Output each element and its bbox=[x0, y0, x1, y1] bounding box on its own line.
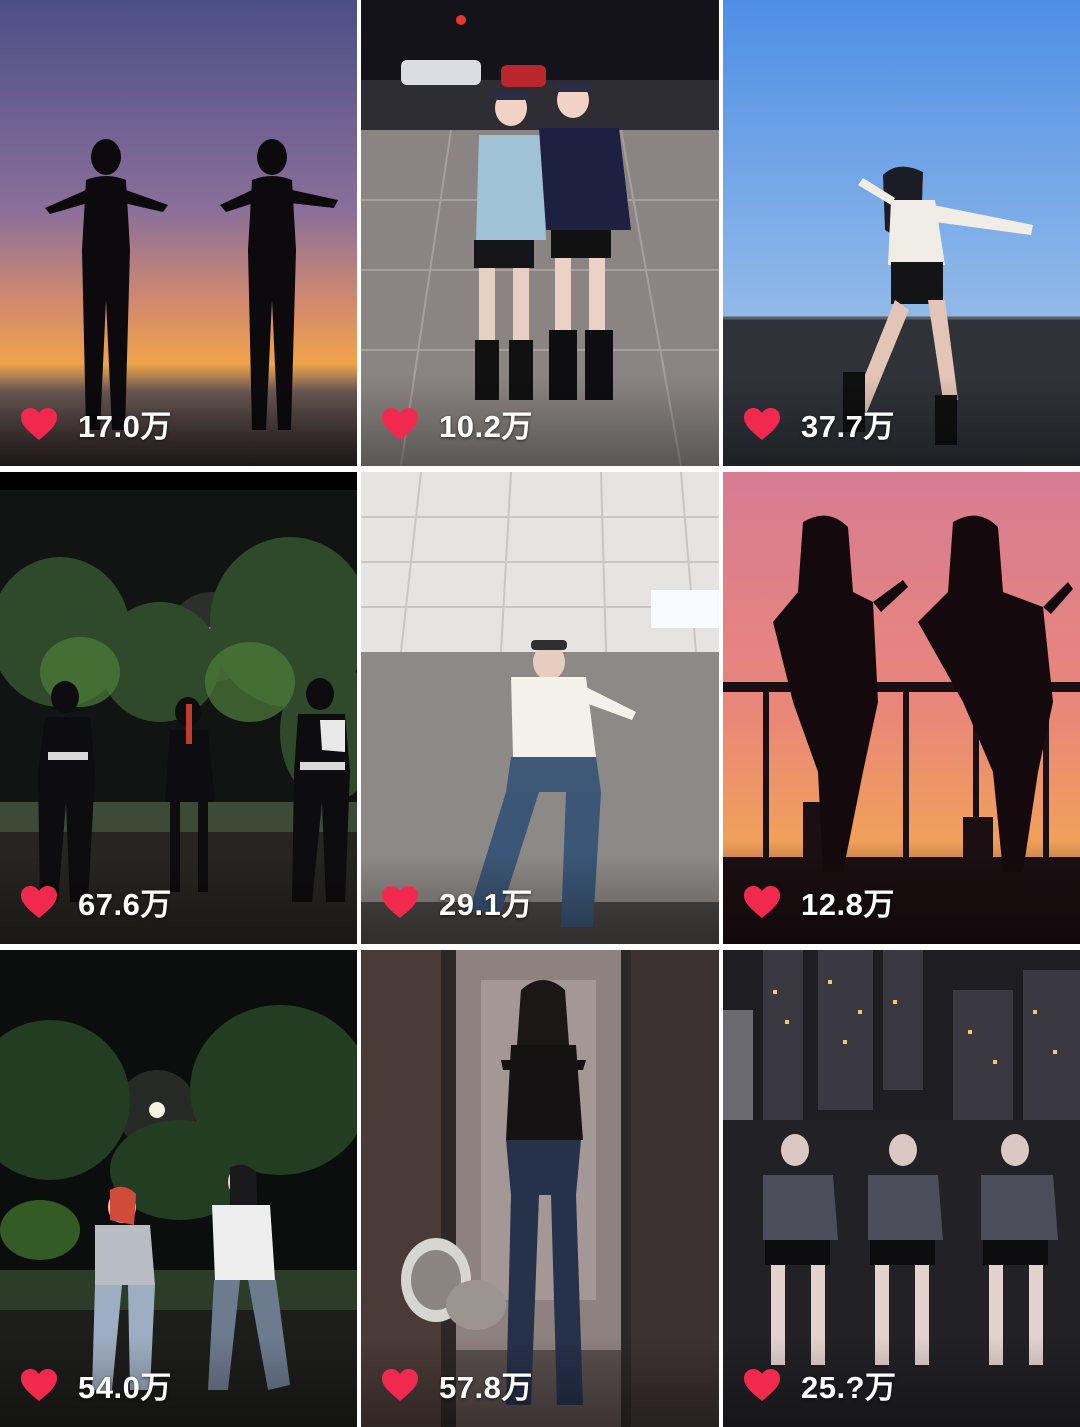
like-count-text: 17.0万 bbox=[78, 409, 172, 444]
video-tile[interactable]: 37.7万 bbox=[723, 0, 1080, 466]
like-count: 10.2万 bbox=[381, 401, 533, 446]
heart-icon bbox=[744, 1368, 780, 1401]
like-count-text: 10.2万 bbox=[439, 409, 533, 444]
video-tile[interactable]: 54.0万 bbox=[0, 950, 357, 1427]
like-count-text: 57.8万 bbox=[439, 1370, 533, 1405]
heart-icon bbox=[382, 885, 418, 918]
like-count: 25.?万 bbox=[743, 1362, 897, 1407]
heart-icon bbox=[744, 885, 780, 918]
heart-icon bbox=[744, 407, 780, 440]
like-count: 37.7万 bbox=[743, 401, 895, 446]
like-count: 29.1万 bbox=[381, 879, 533, 924]
video-tile[interactable]: 17.0万 bbox=[0, 0, 357, 466]
like-count-text: 25.?万 bbox=[801, 1370, 897, 1405]
heart-icon bbox=[21, 407, 57, 440]
like-count: 57.8万 bbox=[381, 1362, 533, 1407]
heart-icon bbox=[21, 885, 57, 918]
like-count: 12.8万 bbox=[743, 879, 895, 924]
video-tile[interactable]: 12.8万 bbox=[723, 472, 1080, 944]
video-tile[interactable]: 57.8万 bbox=[361, 950, 719, 1427]
like-count: 67.6万 bbox=[20, 879, 172, 924]
like-count-text: 12.8万 bbox=[801, 887, 895, 922]
heart-icon bbox=[382, 407, 418, 440]
like-count-text: 54.0万 bbox=[78, 1370, 172, 1405]
video-tile[interactable]: 10.2万 bbox=[361, 0, 719, 466]
like-count-text: 67.6万 bbox=[78, 887, 172, 922]
like-count-text: 29.1万 bbox=[439, 887, 533, 922]
like-count: 17.0万 bbox=[20, 401, 172, 446]
video-tile[interactable]: 29.1万 bbox=[361, 472, 719, 944]
like-count: 54.0万 bbox=[20, 1362, 172, 1407]
video-grid: 17.0万 10.2万 37.7万 67.6万 29.1万 12.8万 54.0… bbox=[0, 0, 1080, 1427]
video-tile[interactable]: 67.6万 bbox=[0, 472, 357, 944]
video-tile[interactable]: 25.?万 bbox=[723, 950, 1080, 1427]
heart-icon bbox=[382, 1368, 418, 1401]
heart-icon bbox=[21, 1368, 57, 1401]
like-count-text: 37.7万 bbox=[801, 409, 895, 444]
